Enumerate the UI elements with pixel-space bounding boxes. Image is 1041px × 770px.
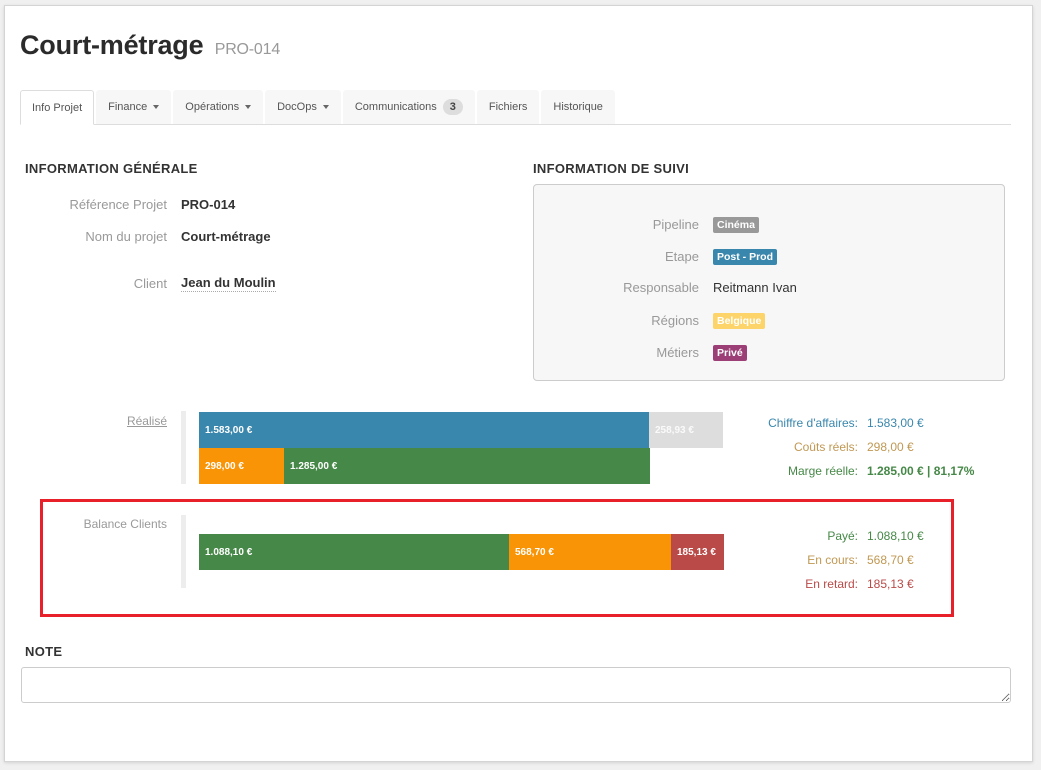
field-etape: Etape Post - Prod <box>539 248 778 265</box>
field-label: Pipeline <box>652 217 699 232</box>
balance-clients-label: Balance Clients <box>83 517 167 531</box>
tab-label: Historique <box>553 101 603 113</box>
tracking-info-heading: INFORMATION DE SUIVI <box>533 161 689 176</box>
legend-value: 568,70 € <box>867 553 914 567</box>
project-title: Court-métrage <box>20 30 204 60</box>
tab-bar: Info Projet Finance Opérations DocOps Co… <box>20 90 1011 125</box>
bar-segment-marge-reelle: 1.285,00 € <box>284 448 650 484</box>
tab-docops[interactable]: DocOps <box>265 90 341 124</box>
regions-tag: Belgique <box>713 313 766 329</box>
field-value: Court-métrage <box>181 229 271 244</box>
metiers-tag: Privé <box>713 345 747 361</box>
legend-value: 1.285,00 € | 81,17% <box>867 464 975 478</box>
realise-link[interactable]: Réalisé <box>25 414 167 428</box>
legend-label: Payé: <box>827 529 858 543</box>
legend-chiffre-affaires: Chiffre d'affaires: 1.583,00 € <box>708 416 924 430</box>
legend-value: 185,13 € <box>867 577 914 591</box>
tab-label: Communications <box>354 101 437 113</box>
field-label: Régions <box>651 313 699 328</box>
legend-en-cours: En cours: 568,70 € <box>708 553 914 567</box>
project-reference: PRO-014 <box>214 41 281 58</box>
legend-couts-reels: Coûts réels: 298,00 € <box>708 440 914 454</box>
note-input[interactable] <box>21 667 1011 703</box>
legend-label: Chiffre d'affaires: <box>768 416 858 430</box>
note-heading: NOTE <box>25 644 63 659</box>
field-label: Client <box>133 276 167 291</box>
legend-en-retard: En retard: 185,13 € <box>708 577 914 591</box>
legend-label: En cours: <box>807 553 858 567</box>
bar-segment-chiffre-affaires: 1.583,00 € <box>199 412 649 448</box>
field-label: Référence Projet <box>69 197 167 212</box>
field-metiers: Métiers Privé <box>539 344 747 361</box>
legend-marge-reelle: Marge réelle: 1.285,00 € | 81,17% <box>708 464 974 478</box>
tab-finance[interactable]: Finance <box>96 90 172 124</box>
legend-label: Marge réelle: <box>787 464 858 478</box>
tab-label: Info Projet <box>32 101 83 114</box>
legend-paye: Payé: 1.088,10 € <box>708 529 924 543</box>
general-info-heading: INFORMATION GÉNÉRALE <box>25 161 198 176</box>
legend-label: Coûts réels: <box>793 440 858 454</box>
field-label: Etape <box>665 249 699 264</box>
balance-separator <box>181 515 186 588</box>
bar-segment-paye: 1.088,10 € <box>199 534 509 570</box>
caret-down-icon <box>245 105 252 109</box>
tab-fichiers[interactable]: Fichiers <box>476 90 540 124</box>
legend-value: 1.088,10 € <box>867 529 924 543</box>
bar-segment-couts-reels: 298,00 € <box>199 448 284 484</box>
caret-down-icon <box>322 105 329 109</box>
page-title: Court-métrage PRO-014 <box>20 30 280 61</box>
legend-value: 1.583,00 € <box>867 416 924 430</box>
bar-segment-en-cours: 568,70 € <box>509 534 671 570</box>
field-nom-projet: Nom du projet Court-métrage <box>25 229 271 244</box>
etape-tag: Post - Prod <box>713 249 778 265</box>
tab-communications[interactable]: Communications 3 <box>342 90 475 124</box>
realise-separator <box>181 411 186 484</box>
field-pipeline: Pipeline Cinéma <box>539 216 759 233</box>
field-value: Reitmann Ivan <box>713 280 797 295</box>
communications-count-badge: 3 <box>442 99 463 115</box>
legend-label: En retard: <box>805 577 858 591</box>
field-label: Responsable <box>623 280 699 295</box>
tab-historique[interactable]: Historique <box>541 90 615 124</box>
field-value: PRO-014 <box>181 197 236 212</box>
field-client: Client Jean du Moulin <box>25 275 276 292</box>
field-regions: Régions Belgique <box>539 312 766 329</box>
tab-label: Fichiers <box>488 101 528 113</box>
tab-label: Finance <box>108 101 148 113</box>
tab-label: DocOps <box>277 101 317 113</box>
field-label: Nom du projet <box>85 229 167 244</box>
client-link[interactable]: Jean du Moulin <box>181 275 276 292</box>
tab-label: Opérations <box>185 101 240 113</box>
tab-info-projet[interactable]: Info Projet <box>20 90 95 125</box>
legend-value: 298,00 € <box>867 440 914 454</box>
pipeline-tag: Cinéma <box>713 217 759 233</box>
field-label: Métiers <box>656 345 699 360</box>
field-reference-projet: Référence Projet PRO-014 <box>25 197 235 212</box>
caret-down-icon <box>153 105 160 109</box>
tab-operations[interactable]: Opérations <box>173 90 264 124</box>
field-responsable: Responsable Reitmann Ivan <box>539 280 797 295</box>
